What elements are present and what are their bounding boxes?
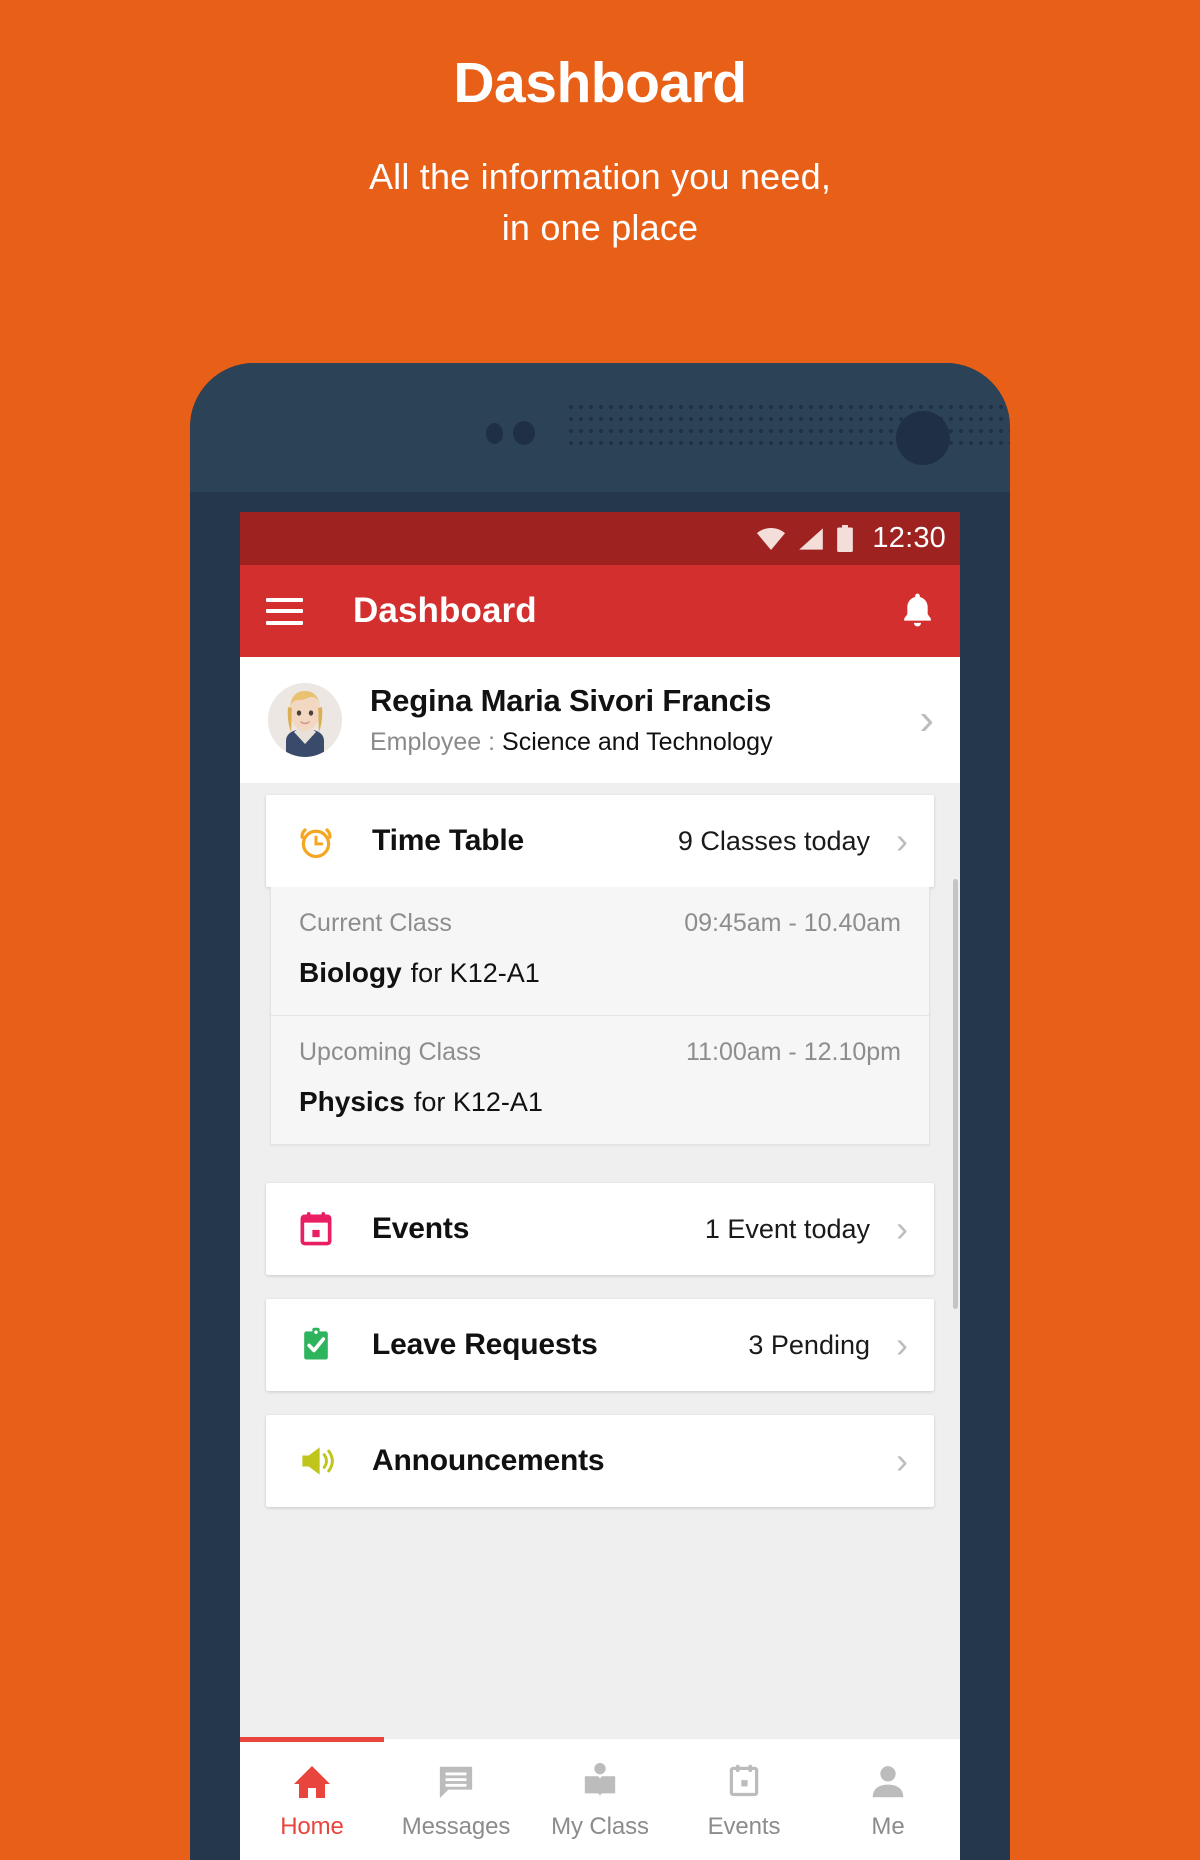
avatar — [268, 683, 342, 757]
current-class-head: Current Class 09:45am - 10.40am — [299, 909, 901, 938]
nav-item-me-label: Me — [871, 1813, 905, 1840]
wifi-icon — [757, 527, 786, 550]
bottom-navigation: Home Messages My Class Events Me — [240, 1737, 960, 1860]
card-announcements-row[interactable]: Announcements › — [266, 1415, 934, 1507]
clipboard-check-icon — [294, 1323, 338, 1367]
home-icon — [292, 1758, 332, 1800]
book-icon — [581, 1758, 619, 1800]
current-class-for: for K12-A1 — [410, 958, 540, 988]
timetable-detail-panel: Current Class 09:45am - 10.40am Biology f… — [270, 887, 930, 1145]
promo-subtitle-line1: All the information you need, — [368, 155, 832, 197]
phone-screen: 12:30 Dashboard Regina Maria Sivori Fran… — [240, 512, 960, 1860]
profile-role-label: Employee : — [370, 727, 496, 756]
hamburger-menu-icon[interactable] — [266, 597, 303, 625]
current-class-block: Current Class 09:45am - 10.40am Biology f… — [271, 887, 929, 1015]
bell-icon[interactable] — [901, 592, 934, 630]
card-leave-requests-meta: 3 Pending — [748, 1329, 870, 1360]
dashboard-scroll-area[interactable]: Time Table 9 Classes today › Current Cla… — [240, 783, 960, 1738]
upcoming-class-time: 11:00am - 12.10pm — [686, 1038, 901, 1066]
megaphone-icon — [294, 1439, 338, 1483]
upcoming-class-heading: Upcoming Class — [299, 1038, 482, 1066]
card-events-row[interactable]: Events 1 Event today › — [266, 1183, 934, 1275]
alarm-clock-icon — [294, 819, 338, 863]
card-time-table-label: Time Table — [372, 824, 524, 857]
nav-item-my-class[interactable]: My Class — [528, 1739, 672, 1860]
nav-item-my-class-label: My Class — [551, 1813, 649, 1840]
status-bar: 12:30 — [240, 512, 960, 565]
upcoming-class-block: Upcoming Class 11:00am - 12.10pm Physics… — [271, 1015, 929, 1144]
person-icon — [870, 1758, 906, 1800]
signal-icon — [799, 527, 824, 550]
nav-item-home[interactable]: Home — [240, 1739, 384, 1860]
light-sensor-icon — [513, 421, 535, 445]
nav-item-messages-label: Messages — [401, 1813, 511, 1840]
nav-item-home-label: Home — [280, 1813, 344, 1840]
promo-subtitle: All the information you need, in one pla… — [0, 151, 1200, 253]
profile-texts: Regina Maria Sivori Francis Employee : S… — [370, 682, 909, 757]
avatar-image — [268, 683, 342, 757]
status-bar-time: 12:30 — [872, 522, 946, 554]
promo-title: Dashboard — [453, 51, 747, 115]
nav-item-events[interactable]: Events — [672, 1739, 816, 1860]
nav-item-me[interactable]: Me — [816, 1739, 960, 1860]
profile-role: Employee : Science and Technology — [370, 727, 909, 757]
upcoming-class-head: Upcoming Class 11:00am - 12.10pm — [299, 1038, 901, 1067]
card-events-label: Events — [372, 1212, 470, 1245]
phone-device-frame: 12:30 Dashboard Regina Maria Sivori Fran… — [190, 363, 1010, 1860]
card-leave-requests[interactable]: Leave Requests 3 Pending › — [266, 1299, 934, 1391]
card-time-table-row[interactable]: Time Table 9 Classes today › — [266, 795, 934, 887]
proximity-sensor-icon — [486, 423, 503, 444]
promo-screenshot: Dashboard All the information you need, … — [0, 0, 1200, 1860]
promo-header: Dashboard All the information you need, … — [0, 52, 1200, 253]
chevron-right-icon[interactable]: › — [896, 1443, 908, 1479]
card-leave-requests-row[interactable]: Leave Requests 3 Pending › — [266, 1299, 934, 1391]
front-camera-icon — [896, 411, 950, 465]
app-bar: Dashboard — [240, 565, 960, 657]
current-class-subject-row: Biology for K12-A1 — [299, 957, 901, 989]
nav-item-messages[interactable]: Messages — [384, 1739, 528, 1860]
chevron-right-icon[interactable]: › — [919, 698, 934, 742]
profile-role-value: Science and Technology — [502, 727, 773, 756]
chevron-right-icon[interactable]: › — [896, 823, 908, 859]
current-class-heading: Current Class — [299, 909, 452, 937]
calendar-icon — [294, 1207, 338, 1251]
nav-item-events-label: Events — [707, 1813, 781, 1840]
message-icon — [437, 1758, 475, 1800]
scrollbar-thumb[interactable] — [953, 879, 958, 1309]
card-events-meta: 1 Event today — [704, 1213, 870, 1244]
upcoming-class-subject-row: Physics for K12-A1 — [299, 1086, 901, 1118]
profile-row[interactable]: Regina Maria Sivori Francis Employee : S… — [240, 657, 960, 783]
upcoming-class-subject: Physics — [299, 1086, 405, 1117]
battery-icon — [837, 525, 854, 552]
calendar-icon — [726, 1758, 762, 1800]
card-announcements-label: Announcements — [372, 1444, 605, 1477]
chevron-right-icon[interactable]: › — [896, 1327, 908, 1363]
profile-name: Regina Maria Sivori Francis — [370, 682, 772, 718]
card-announcements[interactable]: Announcements › — [266, 1415, 934, 1507]
card-time-table-meta: 9 Classes today — [677, 825, 870, 856]
current-class-subject: Biology — [299, 957, 402, 988]
card-events[interactable]: Events 1 Event today › — [266, 1183, 934, 1275]
chevron-right-icon[interactable]: › — [896, 1211, 908, 1247]
active-tab-indicator — [240, 1737, 384, 1742]
current-class-time: 09:45am - 10.40am — [684, 909, 901, 937]
upcoming-class-for: for K12-A1 — [413, 1087, 543, 1117]
promo-subtitle-line2: in one place — [501, 206, 699, 248]
page-title: Dashboard — [353, 591, 537, 630]
phone-top-bezel — [190, 363, 1010, 492]
card-time-table[interactable]: Time Table 9 Classes today › — [266, 795, 934, 887]
card-leave-requests-label: Leave Requests — [372, 1328, 598, 1361]
